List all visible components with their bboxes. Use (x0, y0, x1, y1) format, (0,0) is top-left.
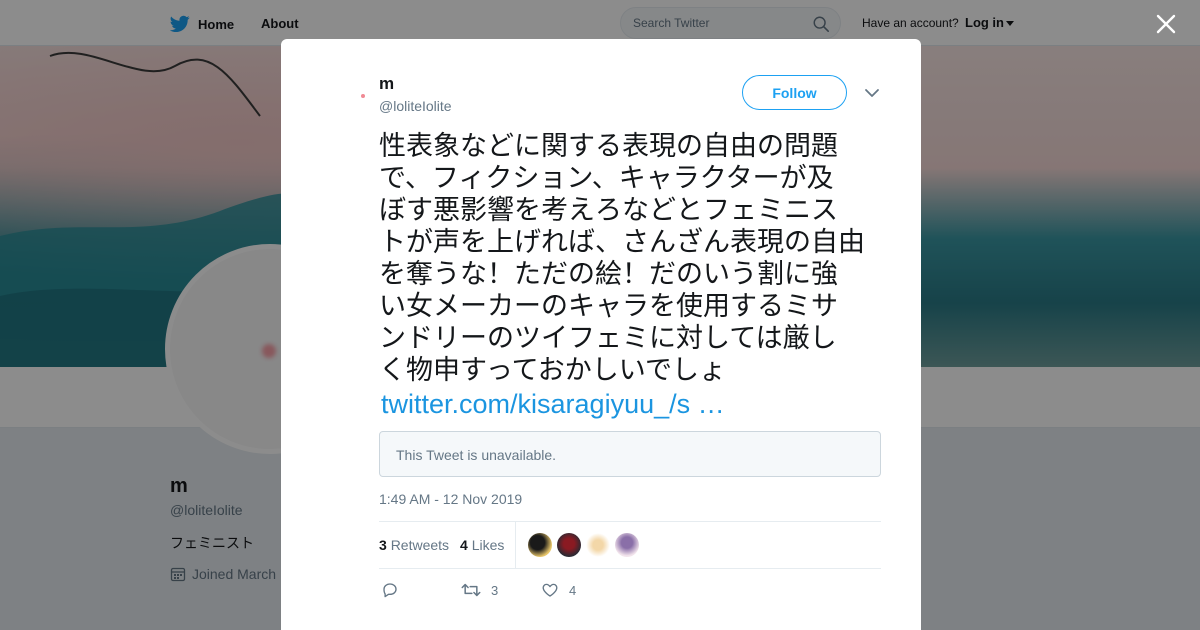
tweet-modal: m @loliteIolite Follow 性表象などに関する表現の自由の問題… (281, 39, 921, 630)
likes-label: Likes (471, 537, 505, 553)
tweet-text-line: ぼす悪影響を考えろなどとフェミニス (379, 195, 838, 226)
tweet-text-line: を奪うな！ただの絵！だのいう割に強 (379, 259, 838, 290)
liker-avatar[interactable] (528, 533, 552, 557)
retweets-stat[interactable]: 3 Retweets (379, 537, 449, 553)
tweet-text-line: く物申すっておかしいでしょ (379, 355, 726, 386)
quoted-tweet-unavailable: This Tweet is unavailable. (396, 447, 557, 463)
stats-divider (515, 522, 516, 568)
retweets-label: Retweets (390, 537, 450, 553)
retweet-icon[interactable] (461, 581, 481, 599)
tweet-text: 性表象などに関する表現の自由の問題 で、フィクション、キャラクターが及 ぼす悪影… (379, 131, 884, 387)
retweet-action[interactable]: 3 (461, 581, 498, 599)
author-name[interactable]: m (379, 74, 394, 94)
reply-icon[interactable] (381, 581, 399, 599)
heart-icon[interactable] (541, 581, 559, 599)
author-handle[interactable]: @loliteIolite (379, 98, 452, 114)
tweet-timestamp[interactable]: 1:49 AM - 12 Nov 2019 (379, 491, 522, 507)
quoted-tweet-box: This Tweet is unavailable. (379, 431, 881, 477)
tweet-stats: 3 Retweets 4 Likes (379, 521, 881, 569)
follow-button[interactable]: Follow (742, 75, 847, 110)
likes-count: 4 (460, 537, 468, 553)
close-icon[interactable] (1154, 12, 1178, 36)
tweet-actions: 3 4 (379, 579, 881, 603)
retweets-count: 3 (379, 537, 387, 553)
chevron-down-icon[interactable] (864, 86, 880, 100)
reply-action[interactable] (381, 581, 399, 599)
retweet-count: 3 (491, 582, 499, 598)
liker-avatar[interactable] (557, 533, 581, 557)
tweet-text-line: で、フィクション、キャラクターが及 (379, 163, 834, 194)
tweet-text-line: ンドリーのツイフェミに対しては厳し (379, 323, 837, 354)
tweet-text-line: トが声を上げれば、さんざん表現の自由 (379, 227, 865, 258)
liker-avatar[interactable] (586, 533, 610, 557)
tweet-text-line: 性表象などに関する表現の自由の問題 (379, 131, 838, 162)
tweet-text-line: い女メーカーのキャラを使用するミサ (379, 291, 838, 322)
likes-stat[interactable]: 4 Likes (460, 537, 504, 553)
like-action[interactable]: 4 (541, 581, 576, 599)
like-count: 4 (569, 582, 577, 598)
avatar-dot (361, 94, 365, 98)
liker-avatar[interactable] (615, 533, 639, 557)
tweet-link[interactable]: twitter.com/kisaragiyuu_/s … (381, 389, 725, 420)
